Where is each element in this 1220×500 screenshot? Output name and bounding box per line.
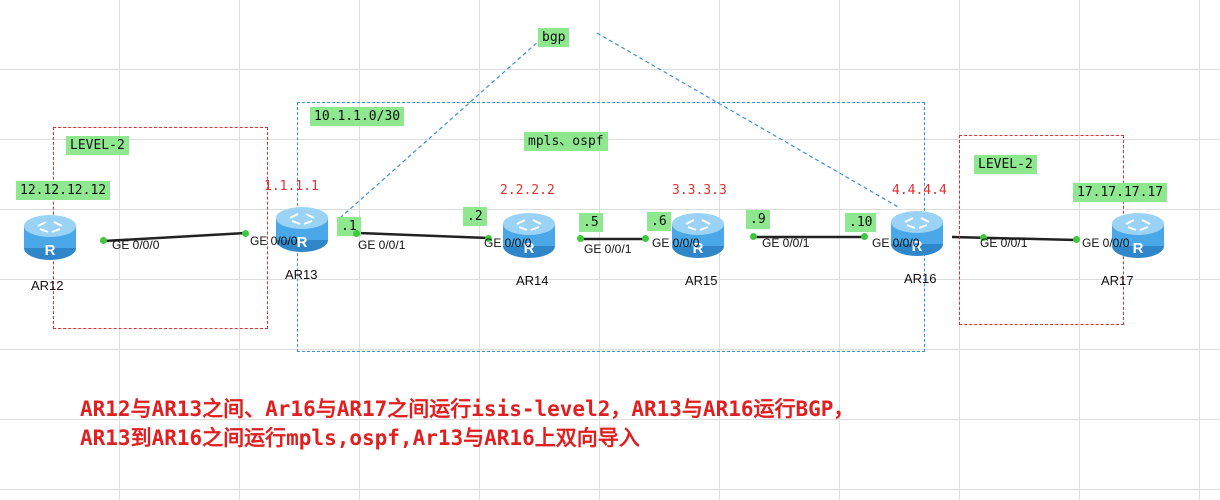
ar14-b-host-id: .5: [579, 213, 603, 232]
ar17-ge000-label: GE 0/0/0: [1082, 236, 1130, 250]
ar15-loopback: 3.3.3.3: [672, 183, 727, 198]
ar16-ge001-label: GE 0/0/1: [980, 236, 1028, 250]
ar13-name: AR13: [285, 267, 318, 282]
subnet-label: 10.1.1.0/30: [310, 107, 405, 126]
ar14-name: AR14: [516, 273, 549, 288]
ar14-router-icon[interactable]: R: [499, 206, 559, 262]
ar16-ge000-label: GE 0/0/0: [872, 236, 920, 250]
ar15-name: AR15: [685, 273, 718, 288]
svg-text:R: R: [45, 242, 56, 259]
ar17-router-icon[interactable]: R: [1108, 206, 1168, 262]
ar15-port1-dot: [750, 233, 757, 240]
ar16-port0-dot: [861, 233, 868, 240]
ar15-port0-dot: [642, 235, 649, 242]
ar16-host-id: .10: [845, 213, 877, 232]
ar12-router-icon[interactable]: R: [20, 208, 80, 264]
bgp-label: bgp: [538, 28, 570, 47]
ar14-host-id: .2: [463, 207, 487, 226]
ar14-ge000-label: GE 0/0/0: [484, 236, 532, 250]
ar16-router-icon[interactable]: R: [887, 204, 947, 260]
ar16-loopback: 4.4.4.4: [892, 183, 947, 198]
ar13-port1-dot: [353, 230, 360, 237]
ar16-name: AR16: [904, 271, 937, 286]
note-line-2: AR13到AR16之间运行mpls,ospf,Ar13与AR16上双向导入: [80, 426, 640, 450]
ar13-loopback: 1.1.1.1: [264, 179, 319, 194]
ar13-ge001-label: GE 0/0/1: [358, 238, 406, 252]
core-protocol-label: mpls、ospf: [524, 132, 608, 151]
mpls-ospf-area: [297, 102, 925, 352]
svg-text:R: R: [1133, 240, 1144, 257]
ar15-ge000-label: GE 0/0/0: [652, 236, 700, 250]
note-line-1: AR12与AR13之间、Ar16与AR17之间运行isis-level2，AR1…: [80, 397, 855, 421]
level2-area-left: [53, 127, 268, 329]
ar13-ge000-label: GE 0/0/0: [250, 234, 298, 248]
description-note: AR12与AR13之间、Ar16与AR17之间运行isis-level2，AR1…: [80, 395, 854, 453]
ar17-loopback: 17.17.17.17: [1073, 183, 1168, 202]
ar14-ge001-label: GE 0/0/1: [584, 242, 632, 256]
ar15-ge001-label: GE 0/0/1: [762, 236, 810, 250]
topology-canvas: LEVEL-2 LEVEL-2 10.1.1.0/30 mpls、ospf bg…: [0, 0, 1220, 500]
ar17-port-dot: [1073, 236, 1080, 243]
level2-right-label: LEVEL-2: [974, 155, 1037, 174]
ar15-router-icon[interactable]: R: [668, 206, 728, 262]
ar13-port0-dot: [242, 230, 249, 237]
ar12-loopback: 12.12.12.12: [16, 181, 111, 200]
ar17-name: AR17: [1101, 273, 1134, 288]
ar12-port-dot: [100, 237, 107, 244]
ar14-loopback: 2.2.2.2: [500, 183, 555, 198]
level2-left-label: LEVEL-2: [66, 136, 129, 155]
ar14-port1-dot: [577, 235, 584, 242]
ar12-name: AR12: [31, 278, 64, 293]
ar15-b-host-id: .9: [746, 210, 770, 229]
svg-text:R: R: [297, 234, 308, 251]
ar12-ge000-label: GE 0/0/0: [112, 238, 160, 252]
